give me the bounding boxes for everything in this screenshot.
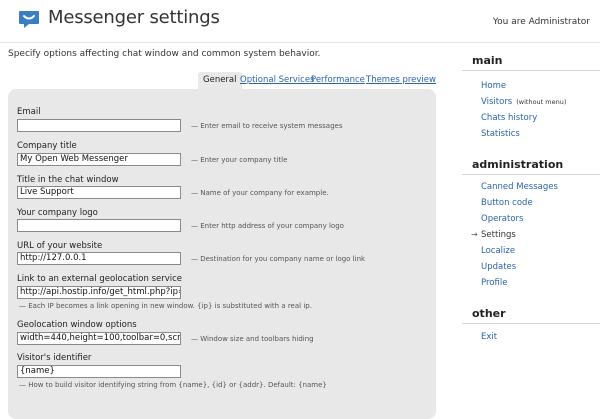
- speech-bubble-icon: [19, 11, 39, 28]
- geo-window-label: Geolocation window options: [17, 320, 137, 330]
- email-label: Email: [17, 107, 41, 117]
- user-status: You are Administrator: [492, 17, 590, 27]
- page-description: Specify options affecting chat window an…: [8, 49, 321, 59]
- sidebar-item-button-code[interactable]: Button code: [481, 198, 533, 208]
- page-header: Messenger settings You are Administrator: [0, 0, 600, 43]
- sidebar-item-operators[interactable]: Operators: [481, 214, 523, 224]
- sidebar-item-visitors[interactable]: Visitors (without menu): [481, 97, 566, 107]
- sidebar-item-settings[interactable]: Settings: [481, 230, 516, 240]
- visitor-id-hint: — How to build visitor identifying strin…: [19, 381, 327, 389]
- tab-themes-preview[interactable]: Themes preview: [361, 72, 441, 89]
- website-url-label: URL of your website: [17, 241, 103, 251]
- website-url-field[interactable]: http://127.0.0.1: [17, 252, 181, 265]
- email-hint: — Enter email to receive system messages: [191, 122, 343, 130]
- company-title-field[interactable]: My Open Web Messenger: [17, 153, 181, 166]
- sidebar-item-profile[interactable]: Profile: [481, 278, 507, 288]
- email-field[interactable]: [17, 119, 181, 132]
- company-title-hint: — Enter your company title: [191, 156, 288, 164]
- company-logo-label: Your company logo: [17, 208, 98, 218]
- visitor-id-label: Visitor's identifier: [17, 353, 92, 363]
- divider: [462, 323, 600, 324]
- divider: [462, 174, 600, 175]
- sidebar-item-label: Visitors: [481, 97, 513, 107]
- sidebar-item-canned-messages[interactable]: Canned Messages: [481, 182, 558, 192]
- company-logo-hint: — Enter http address of your company log…: [191, 222, 344, 230]
- geolocation-hint: — Each IP becomes a link opening in new …: [19, 302, 312, 310]
- geo-window-hint: — Window size and toolbars hiding: [191, 335, 314, 343]
- sidebar-item-localize[interactable]: Localize: [481, 246, 515, 256]
- geo-window-field[interactable]: width=440,height=100,toolbar=0,scrollbar…: [17, 332, 181, 345]
- current-page-arrow-icon: →: [471, 230, 478, 239]
- sidebar-heading-other: other: [472, 307, 506, 320]
- sidebar-heading-administration: administration: [472, 158, 564, 171]
- chat-title-hint: — Name of your company for example.: [191, 189, 329, 197]
- sidebar-heading-main: main: [472, 54, 503, 67]
- geolocation-label: Link to an external geolocation service: [17, 274, 183, 284]
- visitor-id-field[interactable]: {name}: [17, 365, 181, 378]
- settings-form-panel: Email — Enter email to receive system me…: [8, 89, 436, 419]
- sidebar-item-chats-history[interactable]: Chats history: [481, 113, 537, 123]
- sidebar-item-note: (without menu): [516, 98, 567, 106]
- company-logo-field[interactable]: [17, 219, 181, 232]
- company-title-label: Company title: [17, 141, 77, 151]
- sidebar-item-home[interactable]: Home: [481, 81, 506, 91]
- chat-title-field[interactable]: Live Support: [17, 186, 181, 199]
- sidebar-item-exit[interactable]: Exit: [481, 332, 497, 342]
- divider: [462, 70, 600, 71]
- geolocation-field[interactable]: http://api.hostip.info/get_html.php?ip={…: [17, 286, 181, 299]
- sidebar-item-statistics[interactable]: Statistics: [481, 129, 520, 139]
- website-url-hint: — Destination for you company name or lo…: [191, 255, 366, 263]
- chat-title-label: Title in the chat window: [17, 175, 119, 185]
- sidebar-item-updates[interactable]: Updates: [481, 262, 516, 272]
- page-title: Messenger settings: [48, 7, 220, 28]
